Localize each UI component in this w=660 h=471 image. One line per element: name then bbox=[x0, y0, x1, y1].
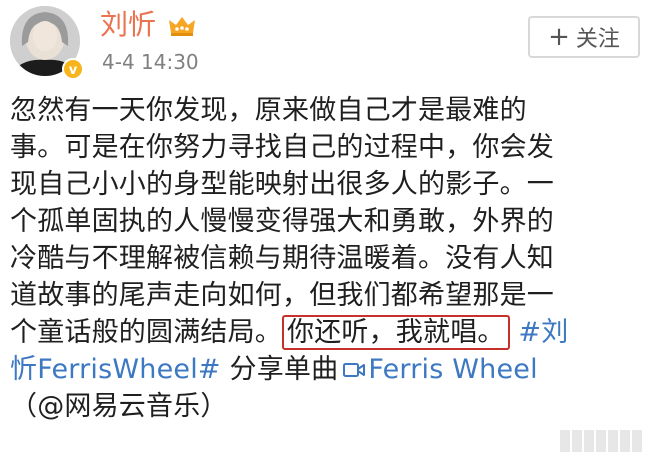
verified-icon: v bbox=[62, 58, 84, 80]
post-text: 个童话般的圆满结局。 bbox=[10, 317, 282, 348]
post-line: 冷酷与不理解被信赖与期待温暖着。没有人知 bbox=[10, 243, 554, 274]
post-body: 忽然有一天你发现，原来做自己才是最难的 事。可是在你努力寻找自己的过程中，你会发… bbox=[10, 92, 650, 425]
svg-text:v: v bbox=[69, 63, 78, 78]
hashtag-link-continued[interactable]: 忻FerrisWheel# bbox=[10, 354, 221, 385]
post-line: 个孤单固执的人慢慢变得强大和勇敢，外界的 bbox=[10, 206, 554, 237]
plus-icon: + bbox=[548, 22, 570, 52]
post-line: 个童话般的圆满结局。 你还听，我就唱。 #刘 bbox=[10, 314, 650, 351]
watermark bbox=[560, 430, 650, 456]
post-line: 现自己小小的身型能映射出很多人的影子。一 bbox=[10, 169, 554, 200]
crown-icon bbox=[169, 17, 195, 36]
post-timestamp: 4-4 14:30 bbox=[102, 50, 199, 74]
share-text: 分享单曲 bbox=[220, 354, 339, 385]
follow-label: 关注 bbox=[575, 27, 620, 52]
follow-button[interactable]: + 关注 bbox=[528, 16, 640, 58]
video-icon bbox=[343, 363, 366, 377]
source-text: （@网易云音乐） bbox=[10, 391, 228, 422]
hashtag-link[interactable]: #刘 bbox=[518, 317, 568, 348]
post-line: 道故事的尾声走向如何，但我们都希望那是一 bbox=[10, 280, 554, 311]
post-line: 事。可是在你努力寻找自己的过程中，你会发 bbox=[10, 132, 554, 163]
post-line: 忻FerrisWheel# 分享单曲 Ferris Wheel bbox=[10, 351, 650, 388]
avatar[interactable]: v bbox=[10, 6, 84, 80]
username[interactable]: 刘忻 bbox=[100, 8, 156, 42]
post-line: 忽然有一天你发现，原来做自己才是最难的 bbox=[10, 95, 527, 126]
post-header: v 刘忻 4-4 14:30 + 关注 bbox=[0, 0, 660, 92]
song-link[interactable]: Ferris Wheel bbox=[368, 354, 537, 385]
post-line: （@网易云音乐） bbox=[10, 388, 650, 425]
highlighted-lyric: 你还听，我就唱。 bbox=[282, 315, 510, 350]
